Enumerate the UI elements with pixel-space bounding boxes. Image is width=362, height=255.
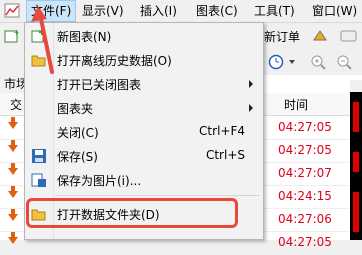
menu-item-label: 保存为图片(i)... — [57, 174, 142, 188]
down-arrow-icon — [8, 209, 18, 221]
menu-item-save[interactable]: 保存(S) Ctrl+S — [27, 145, 261, 167]
menu-insert[interactable]: 插入(I) — [136, 0, 181, 22]
menu-item-open-closed-chart[interactable]: 打开已关闭图表 — [27, 73, 261, 95]
chevron-down-icon[interactable] — [289, 60, 295, 64]
menu-item-label: 图表夹 — [57, 102, 94, 116]
chart-panel — [350, 92, 362, 240]
time-cell: 04:27:06 — [278, 212, 332, 226]
menu-item-chart-folder[interactable]: 图表夹 — [27, 97, 261, 119]
candle — [353, 102, 359, 132]
menu-item-label: 关闭(C) — [57, 126, 99, 140]
time-cell: 04:27:05 — [278, 235, 332, 249]
time-cell: 04:27:05 — [278, 120, 332, 134]
save-icon — [32, 149, 46, 163]
scroll-up-button[interactable] — [350, 80, 362, 92]
menu-file[interactable]: 文件(F) — [26, 0, 77, 22]
submenu-arrow-icon — [249, 80, 253, 88]
new-chart-icon — [31, 29, 45, 43]
menu-item-label: 打开离线历史数据(O) — [57, 54, 172, 68]
submenu-arrow-icon — [249, 104, 253, 112]
svg-text:+: + — [13, 28, 20, 37]
menu-item-label: 保存(S) — [57, 150, 98, 164]
zoom-out-icon[interactable] — [336, 54, 352, 70]
menu-item-close[interactable]: 关闭(C) Ctrl+F4 — [27, 121, 261, 143]
menu-item-new-chart[interactable]: 新图表(N) — [27, 25, 261, 47]
menu-item-label: 新图表(N) — [57, 30, 112, 44]
menu-tools[interactable]: 工具(T) — [250, 0, 299, 22]
menu-view[interactable]: 显示(V) — [78, 0, 128, 22]
time-cell: 04:24:15 — [278, 189, 332, 203]
new-order-button[interactable]: 新订单 — [264, 28, 300, 45]
menu-bar: 文件(F) 显示(V) 插入(I) 图表(C) 工具(T) 窗口(W) — [0, 0, 362, 23]
column-header-left[interactable]: 交 — [10, 96, 22, 113]
menu-charts[interactable]: 图表(C) — [192, 0, 242, 22]
save-image-icon — [31, 173, 46, 187]
down-arrow-icon — [8, 163, 18, 175]
menu-item-shortcut: Ctrl+F4 — [199, 124, 245, 138]
down-arrow-icon — [8, 186, 18, 198]
menu-item-open-offline[interactable]: 打开离线历史数据(O) — [27, 49, 261, 71]
clock-icon[interactable] — [268, 54, 284, 70]
column-header-time[interactable]: 时间 — [284, 96, 308, 113]
candle — [353, 152, 359, 172]
zoom-in-icon[interactable] — [310, 54, 326, 70]
autotrading-icon[interactable] — [340, 28, 358, 44]
down-arrow-icon — [8, 232, 18, 244]
highlight-box — [26, 198, 238, 228]
menu-separator — [55, 195, 259, 196]
down-arrow-icon — [8, 117, 18, 129]
down-arrow-icon — [8, 140, 18, 152]
app-icon — [4, 3, 20, 18]
menu-item-label: 打开已关闭图表 — [57, 78, 142, 92]
menu-item-shortcut: Ctrl+S — [205, 148, 245, 162]
candle — [353, 192, 359, 232]
time-cell: 04:27:07 — [278, 166, 332, 180]
new-chart-toolbar-icon[interactable]: + — [4, 28, 20, 44]
time-cell: 04:27:05 — [278, 143, 332, 157]
expert-icon[interactable] — [312, 28, 328, 44]
open-folder-icon — [31, 55, 46, 67]
menu-item-save-image[interactable]: 保存为图片(i)... — [27, 169, 261, 191]
menu-window[interactable]: 窗口(W) — [308, 0, 361, 22]
